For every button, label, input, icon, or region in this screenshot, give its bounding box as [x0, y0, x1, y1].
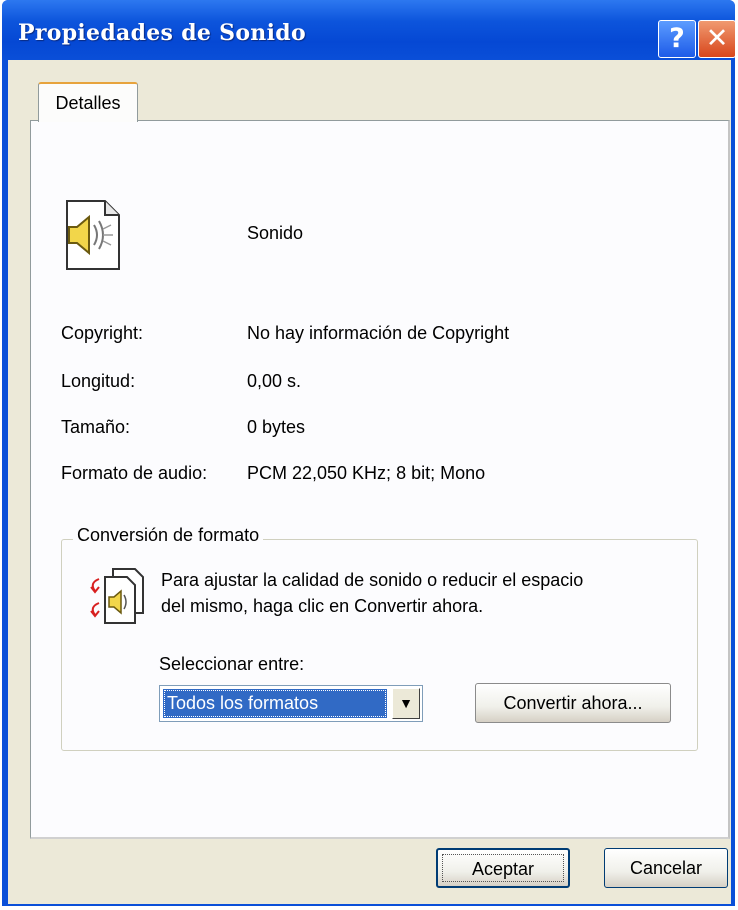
sound-properties-dialog: Propiedades de Sonido ? ✕ Detalles Sonid…: [2, 0, 735, 906]
chevron-down-icon[interactable]: ▼: [392, 688, 420, 719]
close-button[interactable]: ✕: [698, 20, 735, 58]
window-title: Propiedades de Sonido: [18, 20, 306, 46]
format-conversion-title: Conversión de formato: [73, 525, 264, 546]
focus-rect: [442, 854, 564, 882]
format-select[interactable]: Todos los formatos ▼: [159, 685, 423, 722]
help-button[interactable]: ?: [658, 20, 696, 58]
convert-sound-icon: [90, 568, 144, 624]
cancel-button[interactable]: Cancelar: [604, 848, 728, 888]
file-name: Sonido: [247, 223, 304, 243]
description-line-2: del mismo, haga clic en Convertir ahora.: [161, 596, 484, 616]
select-from-label: Seleccionar entre:: [159, 654, 305, 674]
title-bar[interactable]: Propiedades de Sonido ? ✕: [2, 0, 735, 60]
speaker-file-icon: [66, 200, 120, 270]
size-value: 0 bytes: [247, 417, 306, 437]
conversion-description: Para ajustar la calidad de sonido o redu…: [161, 567, 583, 619]
details-panel: Sonido Copyright: No hay información de …: [30, 120, 730, 839]
length-value: 0,00 s.: [247, 371, 302, 391]
tab-detalles[interactable]: Detalles: [38, 82, 138, 122]
dialog-client-area: Detalles Sonido Copyright: No hay inform…: [8, 60, 731, 904]
copyright-label: Copyright:: [61, 323, 144, 343]
format-select-value[interactable]: Todos los formatos: [163, 689, 387, 718]
convert-now-button[interactable]: Convertir ahora...: [475, 683, 671, 723]
length-label: Longitud:: [61, 371, 136, 391]
description-line-1: Para ajustar la calidad de sonido o redu…: [161, 570, 584, 590]
audio-format-value: PCM 22,050 KHz; 8 bit; Mono: [247, 463, 486, 483]
ok-button[interactable]: Aceptar: [436, 848, 570, 888]
audio-format-label: Formato de audio:: [61, 463, 208, 483]
copyright-value: No hay información de Copyright: [247, 323, 510, 343]
size-label: Tamaño:: [61, 417, 131, 437]
